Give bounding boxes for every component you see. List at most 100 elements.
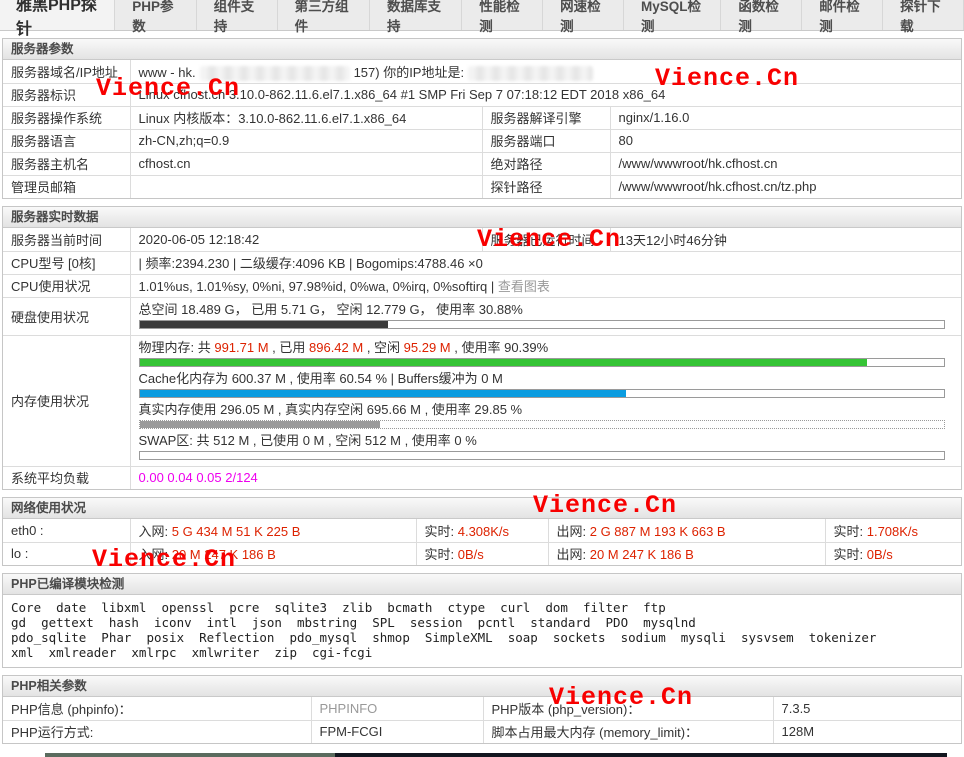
disk-usage-label: 硬盘使用状况 — [3, 297, 130, 335]
tab-database[interactable]: 数据库支持 — [370, 0, 462, 30]
tab-thirdparty[interactable]: 第三方组件 — [278, 0, 370, 30]
iface-name: lo : — [3, 542, 130, 565]
section-network: 网络使用状况 eth0 : 入网: 5 G 434 M 51 K 225 B 实… — [2, 497, 962, 566]
disk-usage-progressbar — [139, 320, 945, 329]
table-row: lo : 入网: 20 M 247 K 186 B 实时: 0B/s 出网: 2… — [3, 542, 961, 565]
table-row: 服务器操作系统 Linux 内核版本：3.10.0-862.11.6.el7.1… — [3, 106, 961, 129]
tab-download[interactable]: 探针下载 — [883, 0, 964, 30]
cache-memory-text: Cache化内存为 600.37 M , 使用率 60.54 % | Buffe… — [139, 370, 954, 387]
domain-mid: 157) 你的IP地址是: — [354, 65, 465, 80]
table-row: 服务器语言 zh-CN,zh;q=0.9 服务器端口 80 — [3, 129, 961, 152]
swap-progressbar — [139, 451, 945, 460]
bottom-edge-strip — [335, 753, 947, 757]
section-server-params: 服务器参数 服务器域名/IP地址 www - hk.157) 你的IP地址是: … — [2, 38, 962, 199]
section-realtime: 服务器实时数据 服务器当前时间 2020-06-05 12:18:42 服务器已… — [2, 206, 962, 490]
iface-in: 入网: 20 M 247 K 186 B — [130, 542, 416, 565]
top-nav: 雅黑PHP探针 PHP参数 组件支持 第三方组件 数据库支持 性能检测 网速检测… — [0, 0, 964, 31]
table-row: eth0 : 入网: 5 G 434 M 51 K 225 B 实时: 4.30… — [3, 519, 961, 542]
table-row: 服务器域名/IP地址 www - hk.157) 你的IP地址是: — [3, 60, 961, 83]
tab-functions[interactable]: 函数检测 — [721, 0, 802, 30]
probe-value: /www/wwwroot/hk.cfhost.cn/tz.php — [610, 175, 961, 198]
memory-usage-value: 物理内存: 共 991.71 M , 已用 896.42 M , 空闲 95.2… — [130, 335, 961, 466]
tab-php-params[interactable]: PHP参数 — [115, 0, 197, 30]
php-sapi-value: FPM-FCGI — [311, 720, 483, 743]
memory-limit-value: 128M — [773, 720, 961, 743]
engine-value: nginx/1.16.0 — [610, 106, 961, 129]
ident-label: 服务器标识 — [3, 83, 130, 106]
iface-out-rate: 实时: 1.708K/s — [825, 519, 961, 542]
table-row: PHP运行方式: FPM-FCGI 脚本占用最大内存 (memory_limit… — [3, 720, 961, 743]
disk-usage-text: 总空间 18.489 G， 已用 5.71 G， 空闲 12.779 G， 使用… — [139, 301, 954, 318]
section-title-server-params: 服务器参数 — [3, 39, 961, 60]
table-row: 服务器标识 Linux cfhost.cn 3.10.0-862.11.6.el… — [3, 83, 961, 106]
php-sapi-label: PHP运行方式: — [3, 720, 311, 743]
uptime-value: 13天12小时46分钟 — [610, 228, 961, 251]
redacted-domain — [200, 66, 350, 81]
memory-limit-label: 脚本占用最大内存 (memory_limit)： — [483, 720, 773, 743]
real-memory-progressbar — [139, 420, 945, 429]
view-chart-link[interactable]: 查看图表 — [498, 279, 550, 294]
redacted-ip — [468, 66, 593, 81]
cpu-usage-value: 1.01%us, 1.01%sy, 0%ni, 97.98%id, 0%wa, … — [130, 274, 961, 297]
abspath-value: /www/wwwroot/hk.cfhost.cn — [610, 152, 961, 175]
section-php-modules: PHP已编译模块检测 Core date libxml openssl pcre… — [2, 573, 962, 668]
table-row: 内存使用状况 物理内存: 共 991.71 M , 已用 896.42 M , … — [3, 335, 961, 466]
cpu-usage-label: CPU使用状况 — [3, 274, 130, 297]
physical-memory-text: 物理内存: 共 991.71 M , 已用 896.42 M , 空闲 95.2… — [139, 339, 954, 356]
server-time-value: 2020-06-05 12:18:42 — [130, 228, 482, 251]
load-label: 系统平均负载 — [3, 466, 130, 489]
table-row: PHP信息 (phpinfo)： PHPINFO PHP版本 (php_vers… — [3, 697, 961, 720]
admin-value — [130, 175, 482, 198]
os-label: 服务器操作系统 — [3, 106, 130, 129]
section-title-php-params: PHP相关参数 — [3, 676, 961, 697]
disk-usage-value: 总空间 18.489 G， 已用 5.71 G， 空闲 12.779 G， 使用… — [130, 297, 961, 335]
iface-in-rate: 实时: 4.308K/s — [416, 519, 548, 542]
abspath-label: 绝对路径 — [482, 152, 610, 175]
lang-value: zh-CN,zh;q=0.9 — [130, 129, 482, 152]
phpinfo-link[interactable]: PHPINFO — [311, 697, 483, 720]
real-memory-text: 真实内存使用 296.05 M , 真实内存空闲 695.66 M , 使用率 … — [139, 401, 954, 418]
iface-name: eth0 : — [3, 519, 130, 542]
nav-brand[interactable]: 雅黑PHP探针 — [0, 0, 115, 30]
port-label: 服务器端口 — [482, 129, 610, 152]
modules-line: Core date libxml openssl pcre sqlite3 zl… — [11, 600, 953, 615]
iface-in: 入网: 5 G 434 M 51 K 225 B — [130, 519, 416, 542]
tab-netspeed[interactable]: 网速检测 — [543, 0, 624, 30]
server-time-label: 服务器当前时间 — [3, 228, 130, 251]
physical-memory-progressbar — [139, 358, 945, 367]
section-title-network: 网络使用状况 — [3, 498, 961, 519]
tab-performance[interactable]: 性能检测 — [462, 0, 543, 30]
modules-line: pdo_sqlite Phar posix Reflection pdo_mys… — [11, 630, 953, 645]
swap-text: SWAP区: 共 512 M , 已使用 0 M , 空闲 512 M , 使用… — [139, 432, 954, 449]
iface-out: 出网: 2 G 887 M 193 K 663 B — [548, 519, 825, 542]
tab-mysql[interactable]: MySQL检测 — [624, 0, 721, 30]
table-row: CPU型号 [0核] | 频率:2394.230 | 二级缓存:4096 KB … — [3, 251, 961, 274]
section-title-php-modules: PHP已编译模块检测 — [3, 574, 961, 595]
tab-components[interactable]: 组件支持 — [197, 0, 278, 30]
uptime-label: 服务器已运行时间 — [482, 228, 610, 251]
cpu-model-label: CPU型号 [0核] — [3, 251, 130, 274]
domain-label: 服务器域名/IP地址 — [3, 60, 130, 83]
table-row: 服务器当前时间 2020-06-05 12:18:42 服务器已运行时间 13天… — [3, 228, 961, 251]
lang-label: 服务器语言 — [3, 129, 130, 152]
section-title-realtime: 服务器实时数据 — [3, 207, 961, 228]
table-row: 管理员邮箱 探针路径 /www/wwwroot/hk.cfhost.cn/tz.… — [3, 175, 961, 198]
cpu-model-value: | 频率:2394.230 | 二级缓存:4096 KB | Bogomips:… — [130, 251, 961, 274]
probe-label: 探针路径 — [482, 175, 610, 198]
tab-mail[interactable]: 邮件检测 — [802, 0, 883, 30]
table-row: 服务器主机名 cfhost.cn 绝对路径 /www/wwwroot/hk.cf… — [3, 152, 961, 175]
table-row: CPU使用状况 1.01%us, 1.01%sy, 0%ni, 97.98%id… — [3, 274, 961, 297]
iface-in-rate: 实时: 0B/s — [416, 542, 548, 565]
modules-line: gd gettext hash iconv intl json mbstring… — [11, 615, 953, 630]
table-row: 系统平均负载 0.00 0.04 0.05 2/124 — [3, 466, 961, 489]
php-version-label: PHP版本 (php_version)： — [483, 697, 773, 720]
section-php-params: PHP相关参数 PHP信息 (phpinfo)： PHPINFO PHP版本 (… — [2, 675, 962, 744]
iface-out: 出网: 20 M 247 K 186 B — [548, 542, 825, 565]
memory-usage-label: 内存使用状况 — [3, 335, 130, 466]
engine-label: 服务器解译引擎 — [482, 106, 610, 129]
ident-value: Linux cfhost.cn 3.10.0-862.11.6.el7.1.x8… — [130, 83, 961, 106]
cpu-usage-text: 1.01%us, 1.01%sy, 0%ni, 97.98%id, 0%wa, … — [139, 279, 495, 294]
php-version-value: 7.3.5 — [773, 697, 961, 720]
table-row: 硬盘使用状况 总空间 18.489 G， 已用 5.71 G， 空闲 12.77… — [3, 297, 961, 335]
host-label: 服务器主机名 — [3, 152, 130, 175]
